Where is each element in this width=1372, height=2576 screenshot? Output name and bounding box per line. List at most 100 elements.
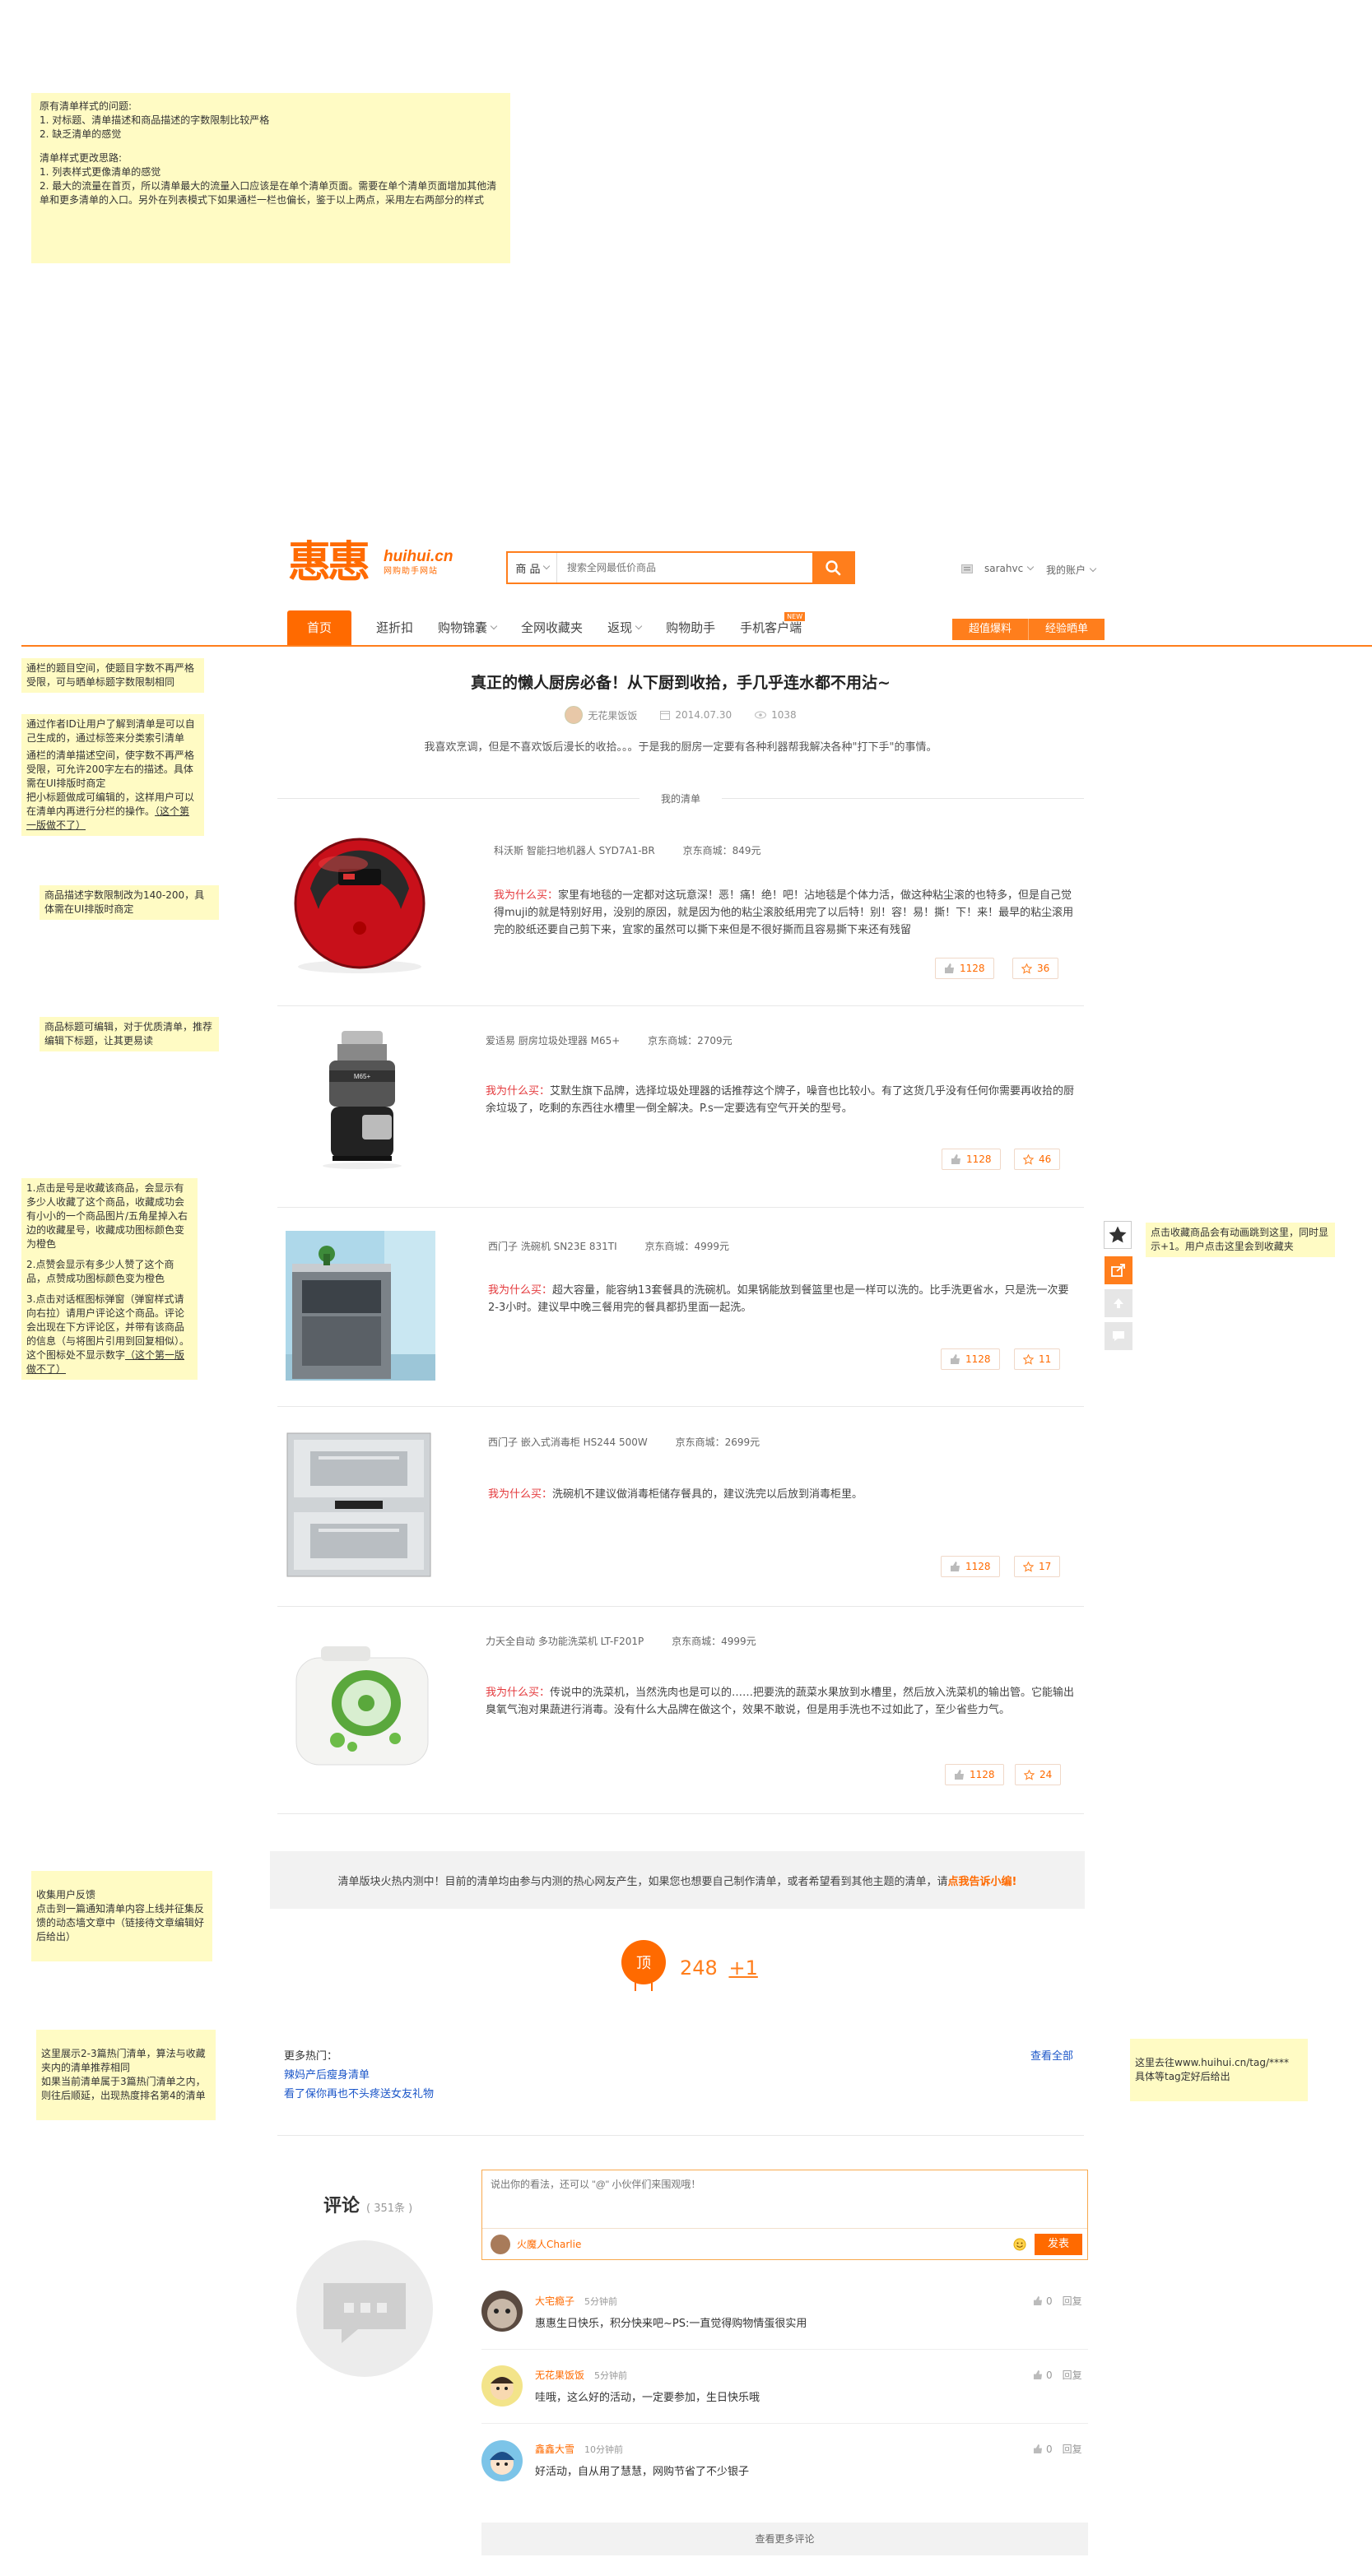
logo-subtext: huihui.cn 网购助手网站 xyxy=(384,549,453,579)
view-count: 1038 xyxy=(771,709,797,721)
comment-like-button[interactable]: 0 xyxy=(1033,2444,1053,2455)
calendar-icon xyxy=(660,711,671,720)
comment-count: ( 351条 ) xyxy=(366,2202,413,2215)
favorite-button[interactable]: 17 xyxy=(1014,1556,1061,1577)
item-divider xyxy=(277,1406,1084,1407)
product-name[interactable]: 西门子 洗碗机 SN23E 831TI xyxy=(488,1241,617,1252)
reply-button[interactable]: 回复 xyxy=(1063,2368,1082,2382)
like-button[interactable]: 1128 xyxy=(941,1556,1000,1577)
note-line: 1. 列表样式更像清单的感觉 xyxy=(40,166,161,178)
star-outline-icon xyxy=(1024,1769,1035,1780)
comment-illustration xyxy=(296,2240,433,2377)
nav-discounts[interactable]: 逛折扣 xyxy=(376,610,413,645)
view-all-link[interactable]: 查看全部 xyxy=(1030,2047,1073,2063)
search-button[interactable] xyxy=(812,553,853,583)
commenter-avatar[interactable] xyxy=(481,2365,523,2407)
reason-label: 我为什么买： xyxy=(494,889,559,902)
account-menu[interactable]: 我的账户 xyxy=(1046,563,1097,577)
favorite-button[interactable]: 24 xyxy=(1015,1764,1062,1785)
nav-favorites[interactable]: 全网收藏夹 xyxy=(521,610,583,645)
product-price[interactable]: 京东商城：4999元 xyxy=(672,1636,756,1647)
comment-like-button[interactable]: 0 xyxy=(1033,2369,1053,2381)
product-price[interactable]: 京东商城：2709元 xyxy=(648,1035,733,1047)
hot-deal-button[interactable]: 超值爆料 xyxy=(952,619,1029,640)
vote-plus-one: +1 xyxy=(728,1956,758,1980)
submit-comment-button[interactable]: 发表 xyxy=(1035,2233,1082,2255)
note-line: 这里展示2-3篇热门清单，算法与收藏夹内的清单推荐相同 如果当前清单属于3篇热门… xyxy=(41,2048,206,2101)
nav-assistant[interactable]: 购物助手 xyxy=(666,610,715,645)
nav-cashback[interactable]: 返现 xyxy=(607,610,643,645)
product-name[interactable]: 西门子 嵌入式消毒柜 HS244 500W xyxy=(488,1437,648,1448)
commenter-name[interactable]: 无花果饭饭 xyxy=(535,2369,584,2381)
favorite-button[interactable]: 46 xyxy=(1014,1149,1061,1170)
nav-label: 首页 xyxy=(307,620,333,635)
reason-label: 我为什么买： xyxy=(486,1687,551,1699)
like-button[interactable]: 1128 xyxy=(941,1348,1000,1370)
commenter-name[interactable]: 大宅瘾子 xyxy=(535,2295,574,2307)
product-price[interactable]: 京东商城：4999元 xyxy=(645,1241,730,1252)
hot-link[interactable]: 辣妈产后瘦身清单 xyxy=(284,2066,434,2085)
nav-mobile[interactable]: 手机客户端 NEW xyxy=(740,610,806,645)
site-logo[interactable]: 惠惠 huihui.cn 网购助手网站 xyxy=(288,538,461,587)
comment-input[interactable] xyxy=(491,2177,1079,2218)
product-image-dishwasher[interactable] xyxy=(286,1231,435,1381)
note-line: 2. 缺乏清单的感觉 xyxy=(40,128,122,140)
more-comments-button[interactable]: 查看更多评论 xyxy=(481,2523,1088,2555)
emoji-button[interactable] xyxy=(1013,2238,1026,2251)
thumbs-up-icon xyxy=(1033,2444,1043,2453)
star-outline-icon xyxy=(1023,1561,1034,1572)
nav-home[interactable]: 首页 xyxy=(287,610,352,645)
product-meta: 力天全自动 多功能洗菜机 LT-F201P 京东商城：4999元 xyxy=(486,1634,781,1648)
smiley-icon xyxy=(1013,2238,1026,2250)
section-divider-right xyxy=(722,798,1084,799)
note-line: 点击收藏商品会有动画跳到这里，同时显示+1。用户点击这里会到收藏夹 xyxy=(1151,1227,1329,1252)
note-side-fav: 点击收藏商品会有动画跳到这里，同时显示+1。用户点击这里会到收藏夹 xyxy=(1146,1223,1335,1257)
product-price[interactable]: 京东商城：2699元 xyxy=(676,1437,760,1448)
thumbs-up-icon xyxy=(1033,2370,1043,2379)
user-menu[interactable]: sarahvc xyxy=(961,563,1035,574)
product-price[interactable]: 京东商城：849元 xyxy=(683,845,761,856)
hot-link[interactable]: 看了保你再也不头疼送女友礼物 xyxy=(284,2085,434,2104)
search-input[interactable] xyxy=(557,553,812,583)
note-line: 原有清单样式的问题: xyxy=(40,100,133,112)
reply-button[interactable]: 回复 xyxy=(1063,2294,1082,2308)
top-vote-button[interactable]: 顶 xyxy=(621,1940,666,1991)
chevron-down-icon xyxy=(1026,563,1035,571)
side-top-button[interactable] xyxy=(1105,1289,1132,1317)
favorite-button[interactable]: 11 xyxy=(1014,1348,1061,1370)
commenter-avatar[interactable] xyxy=(481,2440,523,2481)
reply-button[interactable]: 回复 xyxy=(1063,2442,1082,2456)
product-image-vegetable-washer[interactable] xyxy=(288,1641,436,1773)
share-button[interactable]: 经验晒单 xyxy=(1028,619,1105,640)
like-button[interactable]: 1128 xyxy=(935,958,994,979)
side-feedback-button[interactable] xyxy=(1105,1322,1132,1350)
reason-text: 超大容量，能容纳13套餐具的洗碗机。如果锅能放到餐篮里也是一样可以洗的。比手洗更… xyxy=(488,1284,1069,1314)
like-button[interactable]: 1128 xyxy=(945,1764,1004,1785)
thumbs-up-icon xyxy=(951,1562,960,1571)
like-button[interactable]: 1128 xyxy=(942,1149,1001,1170)
product-name[interactable]: 爱适易 厨房垃圾处理器 M65+ xyxy=(486,1035,620,1047)
commenter-name[interactable]: 鑫鑫大雪 xyxy=(535,2444,574,2455)
comment-actions: 0 回复 xyxy=(1033,2294,1082,2308)
product-name[interactable]: 科沃斯 智能扫地机器人 SYD7A1-BR xyxy=(494,845,655,856)
comment-like-count: 0 xyxy=(1046,2369,1053,2381)
product-image-robot-vacuum[interactable] xyxy=(286,831,434,979)
note-title: 通栏的题目空间，使题目字数不再严格受限，可与晒单标题字数限制相同 xyxy=(21,658,204,693)
logo-tagline: 网购助手网站 xyxy=(384,567,438,576)
comment-divider xyxy=(481,2349,1088,2350)
product-image-garbage-disposer[interactable]: M65+ xyxy=(305,1024,420,1172)
product-image-sterilizer[interactable] xyxy=(286,1432,432,1578)
commenter-avatar[interactable] xyxy=(481,2291,523,2332)
banner-link[interactable]: 点我告诉小编! xyxy=(948,1873,1017,1888)
nav-tips[interactable]: 购物锦囊 xyxy=(438,610,498,645)
side-share-button[interactable] xyxy=(1105,1256,1132,1284)
product-name[interactable]: 力天全自动 多功能洗菜机 LT-F201P xyxy=(486,1636,644,1647)
author-info[interactable]: 无花果饭饭 xyxy=(565,706,637,724)
side-favorites-button[interactable] xyxy=(1104,1221,1132,1249)
note-line: 商品描述字数限制改为140-200，具体需在UI排版时商定 xyxy=(44,889,205,915)
comment-like-button[interactable]: 0 xyxy=(1033,2295,1053,2307)
like-count: 1128 xyxy=(965,1353,991,1365)
search-category-select[interactable]: 商 品 xyxy=(508,553,557,583)
comment-item: 鑫鑫大雪 10分钟前 好活动，自从用了慧慧，网购节省了不少银子 xyxy=(535,2442,1088,2478)
favorite-button[interactable]: 36 xyxy=(1012,958,1059,979)
